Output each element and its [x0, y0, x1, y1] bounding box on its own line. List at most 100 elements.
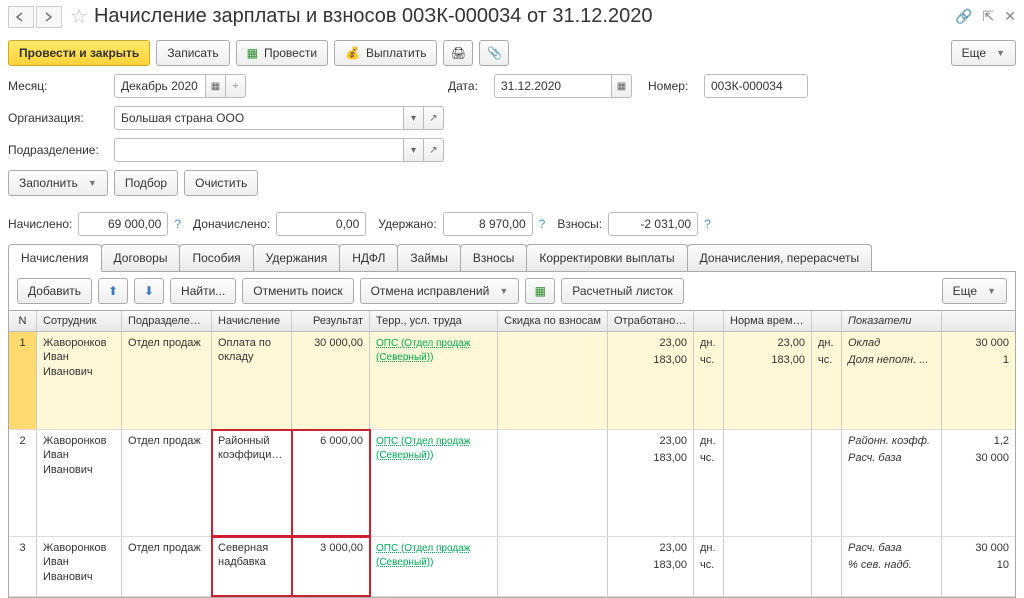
withheld-value[interactable]: 8 970,00 [443, 212, 533, 236]
move-down-button[interactable]: ⬇ [134, 278, 164, 304]
more-label: Еще [962, 46, 986, 60]
clear-button[interactable]: Очистить [184, 170, 258, 196]
org-dropdown-button[interactable]: ▾ [404, 106, 424, 130]
accruals-grid: N Сотрудник Подразделение Начисление Рез… [8, 311, 1016, 598]
print-icon: 🖨 [451, 46, 466, 60]
date-calendar-button[interactable]: ▦ [612, 74, 632, 98]
col-norm-unit[interactable] [812, 311, 842, 331]
col-worked[interactable]: Отработано ... [608, 311, 694, 331]
col-discount[interactable]: Скидка по взносам [498, 311, 608, 331]
tab-contributions[interactable]: Взносы [460, 244, 527, 271]
col-n[interactable]: N [9, 311, 37, 331]
col-norm[interactable]: Норма времени [724, 311, 812, 331]
date-input[interactable]: 31.12.2020 [494, 74, 612, 98]
help-icon[interactable]: ? [174, 217, 181, 231]
help-icon[interactable]: ? [539, 217, 546, 231]
table-icon: ▦ [535, 284, 546, 298]
col-employee[interactable]: Сотрудник [37, 311, 122, 331]
fill-button[interactable]: Заполнить ▼ [8, 170, 108, 196]
col-territory[interactable]: Терр., усл. труда [370, 311, 498, 331]
accrued-value[interactable]: 69 000,00 [78, 212, 168, 236]
cancel-search-button[interactable]: Отменить поиск [242, 278, 353, 304]
tab-contracts[interactable]: Договоры [101, 244, 181, 271]
chevron-down-icon: ▼ [987, 286, 996, 296]
chevron-down-icon: ▼ [88, 178, 97, 188]
find-button[interactable]: Найти... [170, 278, 236, 304]
table-row[interactable]: 1 Жаворонков Иван Иванович Отдел продаж … [9, 332, 1015, 430]
post-button[interactable]: ▦ Провести [236, 40, 328, 66]
close-icon[interactable]: ✕ [1004, 8, 1016, 25]
calendar-icon: ▦ [617, 81, 626, 92]
link-icon[interactable]: 🔗 [955, 8, 972, 25]
spinner-icon: ÷ [233, 81, 239, 92]
territory-link[interactable]: ОПС (Отдел продаж (Северный)) [376, 543, 470, 568]
more-button[interactable]: Еще ▼ [951, 40, 1016, 66]
tab-loans[interactable]: Займы [397, 244, 461, 271]
print-button[interactable]: 🖨 [443, 40, 473, 66]
addl-value[interactable]: 0,00 [276, 212, 366, 236]
chevron-down-icon: ▼ [499, 286, 508, 296]
col-indicator-value[interactable] [942, 311, 1015, 331]
col-department[interactable]: Подразделение [122, 311, 212, 331]
table-row[interactable]: 3 Жаворонков Иван Иванович Отдел продаж … [9, 537, 1015, 597]
tab-tax[interactable]: НДФЛ [339, 244, 398, 271]
org-open-button[interactable]: ↗ [424, 106, 444, 130]
show-details-button[interactable]: ▦ [525, 278, 555, 304]
form-area: Месяц: Декабрь 2020 ▦ ÷ Дата: 31.12.2020… [0, 72, 1024, 212]
org-input[interactable]: Большая страна ООО [114, 106, 404, 130]
tabs: Начисления Договоры Пособия Удержания НД… [8, 244, 1016, 272]
contrib-value[interactable]: -2 031,00 [608, 212, 698, 236]
move-up-button[interactable]: ⬆ [98, 278, 128, 304]
arrow-left-icon [15, 12, 27, 22]
favorite-star-icon[interactable]: ☆ [70, 4, 88, 29]
dept-label: Подразделение: [8, 143, 108, 157]
dept-open-button[interactable]: ↗ [424, 138, 444, 162]
col-indicators[interactable]: Показатели [842, 311, 942, 331]
accrued-label: Начислено: [8, 217, 72, 231]
dept-dropdown-button[interactable]: ▾ [404, 138, 424, 162]
pay-button[interactable]: 💰 Выплатить [334, 40, 437, 66]
arrow-right-icon [43, 12, 55, 22]
chevron-down-icon: ▼ [996, 48, 1005, 58]
paperclip-icon: 📎 [487, 46, 502, 60]
page-title: Начисление зарплаты и взносов 00ЗК-00003… [94, 5, 955, 28]
tab-benefits[interactable]: Пособия [179, 244, 253, 271]
tab-adjustments[interactable]: Корректировки выплаты [526, 244, 687, 271]
territory-link[interactable]: ОПС (Отдел продаж (Северный)) [376, 436, 470, 461]
save-button[interactable]: Записать [156, 40, 229, 66]
date-label: Дата: [448, 79, 488, 93]
col-result[interactable]: Результат [292, 311, 370, 331]
tab-recalc[interactable]: Доначисления, перерасчеты [687, 244, 872, 271]
arrow-up-icon: ⬆ [108, 284, 118, 298]
table-row[interactable]: 2 Жаворонков Иван Иванович Отдел продаж … [9, 430, 1015, 537]
attach-button[interactable]: 📎 [479, 40, 509, 66]
tab-deductions[interactable]: Удержания [253, 244, 341, 271]
post-and-close-button[interactable]: Провести и закрыть [8, 40, 150, 66]
detach-icon[interactable]: ⇱ [983, 8, 995, 25]
tab-more-button[interactable]: Еще ▼ [942, 278, 1007, 304]
month-spin-button[interactable]: ÷ [226, 74, 246, 98]
cancel-fix-button[interactable]: Отмена исправлений ▼ [360, 278, 520, 304]
post-icon: ▦ [247, 46, 258, 60]
open-icon: ↗ [429, 145, 437, 156]
pay-label: Выплатить [366, 46, 427, 60]
payslip-button[interactable]: Расчетный листок [561, 278, 683, 304]
nav-back-button[interactable] [8, 6, 34, 28]
month-calendar-button[interactable]: ▦ [206, 74, 226, 98]
post-label: Провести [264, 46, 317, 60]
grid-header: N Сотрудник Подразделение Начисление Рез… [9, 311, 1015, 332]
org-label: Организация: [8, 111, 108, 125]
add-row-button[interactable]: Добавить [17, 278, 92, 304]
tab-accruals[interactable]: Начисления [8, 244, 102, 272]
month-input[interactable]: Декабрь 2020 [114, 74, 206, 98]
col-worked-unit[interactable] [694, 311, 724, 331]
col-accrual[interactable]: Начисление [212, 311, 292, 331]
dept-input[interactable] [114, 138, 404, 162]
totals-row: Начислено: 69 000,00 ? Доначислено: 0,00… [0, 212, 1024, 244]
month-label: Месяц: [8, 79, 108, 93]
help-icon[interactable]: ? [704, 217, 711, 231]
number-input[interactable]: 00ЗК-000034 [704, 74, 808, 98]
select-button[interactable]: Подбор [114, 170, 178, 196]
nav-forward-button[interactable] [36, 6, 62, 28]
territory-link[interactable]: ОПС (Отдел продаж (Северный)) [376, 338, 470, 363]
